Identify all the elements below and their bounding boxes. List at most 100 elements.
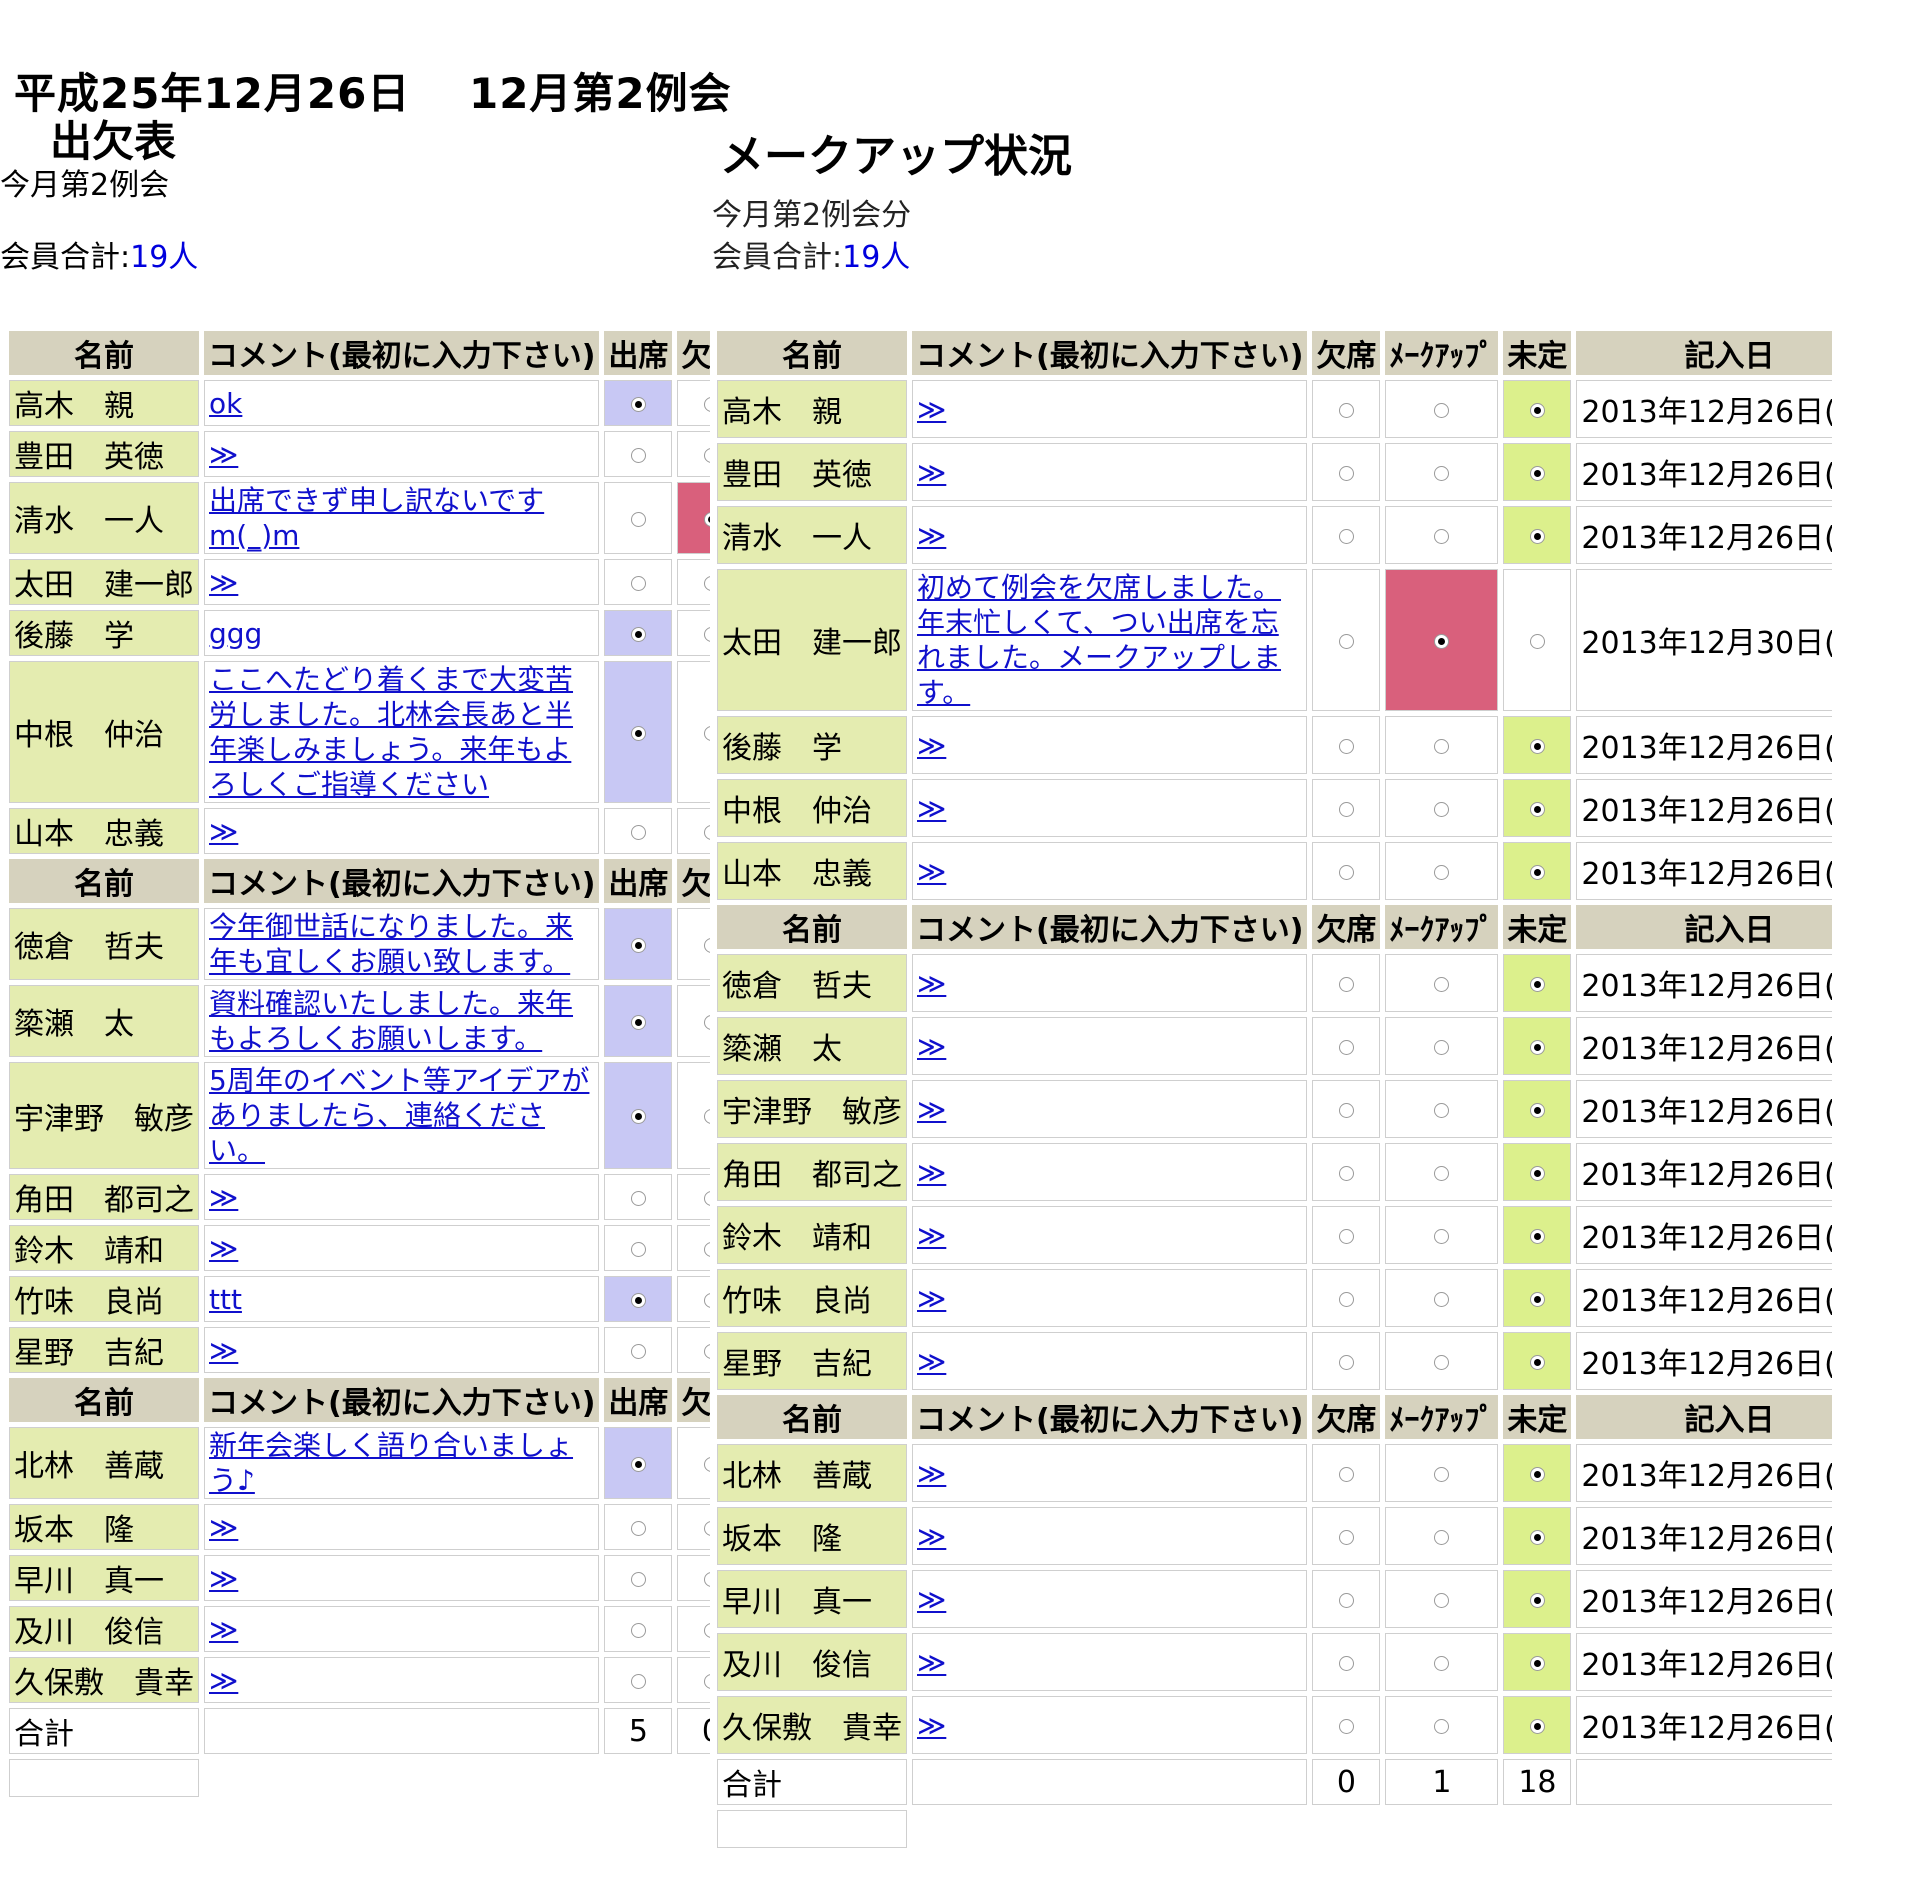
absent-cell[interactable] [1312,1206,1381,1264]
present-cell[interactable] [604,559,673,605]
radio-button[interactable] [630,1520,646,1536]
radio-selected[interactable] [630,626,646,642]
radio-button[interactable] [703,575,710,591]
makeup-cell[interactable] [1385,1332,1499,1390]
comment-link[interactable]: ≫ [209,1511,238,1544]
radio-button[interactable] [1434,1655,1450,1671]
radio-button[interactable] [1434,1228,1450,1244]
radio-selected[interactable] [1529,1228,1545,1244]
absent-cell[interactable] [677,1062,710,1169]
radio-button[interactable] [1529,633,1545,649]
radio-button[interactable] [703,1343,710,1359]
absent-cell[interactable] [1312,1143,1381,1201]
makeup-cell[interactable] [1385,779,1499,837]
undecided-cell[interactable] [1503,380,1572,438]
radio-button[interactable] [1434,864,1450,880]
radio-button[interactable] [630,1571,646,1587]
undecided-cell[interactable] [1503,1507,1572,1565]
absent-cell[interactable] [1312,1080,1381,1138]
present-cell[interactable] [604,985,673,1057]
radio-selected[interactable] [630,937,646,953]
absent-cell[interactable] [677,908,710,980]
absent-cell[interactable] [677,559,710,605]
comment-link[interactable]: ≫ [917,792,946,825]
comment-link[interactable]: 今年御世話になりました。来年も宜しくお願い致します。 [209,910,573,978]
present-cell[interactable] [604,1062,673,1169]
radio-button[interactable] [1338,1466,1354,1482]
comment-link[interactable]: 5周年のイベント等アイデアがありましたら、連絡ください。 [209,1064,589,1167]
undecided-cell[interactable] [1503,1143,1572,1201]
radio-button[interactable] [1338,465,1354,481]
present-cell[interactable] [604,1276,673,1322]
present-cell[interactable] [604,1606,673,1652]
comment-link[interactable]: ≫ [917,1583,946,1616]
radio-selected[interactable] [630,396,646,412]
radio-button[interactable] [1338,976,1354,992]
radio-button[interactable] [1338,1228,1354,1244]
radio-selected[interactable] [630,725,646,741]
radio-selected[interactable] [1529,402,1545,418]
absent-cell[interactable] [677,1606,710,1652]
comment-link[interactable]: ok [209,387,242,420]
absent-cell[interactable] [1312,1570,1381,1628]
radio-button[interactable] [1338,801,1354,817]
absent-cell[interactable] [1312,1017,1381,1075]
undecided-cell[interactable] [1503,779,1572,837]
undecided-cell[interactable] [1503,842,1572,900]
radio-button[interactable] [630,1241,646,1257]
comment-link[interactable]: ≫ [209,1664,238,1697]
undecided-cell[interactable] [1503,954,1572,1012]
radio-button[interactable] [1434,976,1450,992]
makeup-cell[interactable] [1385,1633,1499,1691]
comment-link[interactable]: ggg [209,617,262,650]
comment-link[interactable]: ≫ [917,1457,946,1490]
absent-cell[interactable] [1312,716,1381,774]
undecided-cell[interactable] [1503,1444,1572,1502]
absent-cell[interactable] [677,1504,710,1550]
undecided-cell[interactable] [1503,1570,1572,1628]
present-cell[interactable] [604,610,673,656]
radio-button[interactable] [1434,1039,1450,1055]
absent-cell[interactable] [677,482,710,554]
absent-cell[interactable] [677,610,710,656]
absent-cell[interactable] [1312,1633,1381,1691]
absent-cell[interactable] [677,1174,710,1220]
radio-selected[interactable] [1529,801,1545,817]
radio-selected[interactable] [1434,633,1450,649]
radio-selected[interactable] [1529,1529,1545,1545]
radio-selected[interactable] [1529,864,1545,880]
absent-cell[interactable] [1312,506,1381,564]
radio-button[interactable] [1338,1102,1354,1118]
comment-link[interactable]: ≫ [209,1613,238,1646]
present-cell[interactable] [604,380,673,426]
makeup-cell[interactable] [1385,1017,1499,1075]
comment-link[interactable]: ≫ [209,1334,238,1367]
makeup-cell[interactable] [1385,506,1499,564]
comment-link[interactable]: ≫ [917,1646,946,1679]
comment-link[interactable]: ≫ [917,1156,946,1189]
makeup-cell[interactable] [1385,443,1499,501]
radio-button[interactable] [630,1622,646,1638]
radio-selected[interactable] [1529,1592,1545,1608]
radio-button[interactable] [1434,1529,1450,1545]
radio-button[interactable] [1338,1529,1354,1545]
absent-cell[interactable] [1312,380,1381,438]
radio-selected[interactable] [1529,528,1545,544]
comment-link[interactable]: ≫ [917,1219,946,1252]
makeup-cell[interactable] [1385,569,1499,711]
comment-link[interactable]: ≫ [917,1345,946,1378]
comment-link[interactable]: ≫ [209,1181,238,1214]
comment-link[interactable]: ≫ [917,1282,946,1315]
radio-selected[interactable] [1529,1354,1545,1370]
radio-button[interactable] [703,626,710,642]
radio-button[interactable] [1434,1354,1450,1370]
radio-button[interactable] [1338,1291,1354,1307]
makeup-cell[interactable] [1385,1269,1499,1327]
radio-button[interactable] [630,824,646,840]
comment-link[interactable]: ≫ [917,1709,946,1742]
makeup-cell[interactable] [1385,842,1499,900]
radio-selected[interactable] [1529,976,1545,992]
comment-link[interactable]: ≫ [917,855,946,888]
present-cell[interactable] [604,1555,673,1601]
makeup-cell[interactable] [1385,954,1499,1012]
